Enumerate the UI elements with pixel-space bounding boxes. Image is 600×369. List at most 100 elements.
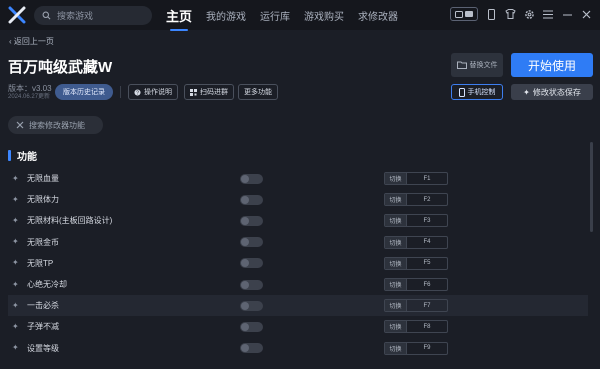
phone-control-label: 手机控制 — [467, 89, 496, 96]
nav-runtime[interactable]: 运行库 — [260, 8, 290, 23]
toggle-knob — [241, 344, 249, 353]
feature-toggle[interactable] — [240, 173, 263, 184]
badge-bar — [465, 11, 473, 17]
hotkey-action: 切换 — [385, 173, 407, 185]
feature-row[interactable]: ✦ 心绝无冷却 切换 F6 — [8, 274, 588, 295]
replace-file-label: 替换文件 — [469, 62, 498, 69]
feature-name: 设置等级 — [27, 343, 59, 353]
feature-toggle[interactable] — [240, 194, 263, 205]
search-icon — [42, 11, 51, 20]
save-state-label: 修改状态保存 — [532, 87, 581, 97]
feature-name: 无限血量 — [27, 174, 59, 184]
hotkey-box[interactable]: 切换 F9 — [384, 341, 448, 355]
toggle-knob — [241, 216, 249, 225]
sparkle-icon: ✦ — [12, 321, 19, 331]
app-logo-icon[interactable] — [8, 6, 26, 24]
hotkey-box[interactable]: 切换 F8 — [384, 320, 448, 334]
version-info: 版本：v3.03 2024.06.27更新 — [8, 85, 52, 101]
replace-file-button[interactable]: 替换文件 — [451, 53, 503, 77]
nav-my-games[interactable]: 我的游戏 — [206, 8, 246, 23]
feature-toggle[interactable] — [240, 215, 263, 226]
hotkey-key: F7 — [423, 302, 431, 309]
hotkey-action: 切换 — [385, 321, 407, 333]
sparkle-icon: ✦ — [12, 258, 19, 268]
version-label: 版本：v3.03 — [8, 84, 52, 93]
modifier-search-placeholder: 搜索修改器功能 — [29, 120, 85, 130]
feature-toggle[interactable] — [240, 258, 263, 269]
hotkey-key: F8 — [423, 323, 431, 330]
feature-toggle[interactable] — [240, 237, 263, 248]
scrollbar[interactable] — [590, 142, 593, 232]
start-button[interactable]: 开始使用 — [511, 53, 593, 77]
window-controls — [450, 7, 592, 21]
hotkey-box[interactable]: 切换 F3 — [384, 214, 448, 228]
phone-icon[interactable] — [485, 8, 497, 20]
folder-icon — [456, 61, 467, 69]
divider — [120, 86, 121, 98]
sparkle-icon: ✦ — [12, 300, 19, 310]
vip-badge[interactable] — [450, 7, 478, 21]
help-icon: ? — [134, 88, 141, 96]
feature-name: 无限金币 — [27, 237, 59, 247]
toggle-knob — [241, 238, 249, 247]
minimize-icon[interactable] — [561, 8, 573, 20]
game-title: 百万吨级武藏W — [8, 59, 113, 76]
menu-icon[interactable] — [542, 8, 554, 20]
hotkey-box[interactable]: 切换 F7 — [384, 299, 448, 313]
hotkey-box[interactable]: 切换 F2 — [384, 193, 448, 207]
hotkey-key: F2 — [423, 196, 431, 203]
hotkey-action: 切换 — [385, 236, 407, 248]
feature-row[interactable]: ✦ 设置等级 切换 F9 — [8, 338, 588, 359]
nav-game-purchase[interactable]: 游戏购买 — [304, 8, 344, 23]
feature-row[interactable]: ✦ 无限血量 切换 F1 — [8, 168, 588, 189]
hotkey-box[interactable]: 切换 F1 — [384, 172, 448, 186]
settings-gear-icon[interactable] — [523, 8, 535, 20]
feature-row[interactable]: ✦ 子弹不减 切换 F8 — [8, 316, 588, 337]
close-icon[interactable] — [580, 8, 592, 20]
game-search-input[interactable]: 搜索游戏 — [34, 6, 152, 25]
hotkey-key: F6 — [423, 281, 431, 288]
feature-toggle[interactable] — [240, 279, 263, 290]
nav-request-modifier[interactable]: 求修改器 — [358, 8, 398, 23]
more-features-button[interactable]: 更多功能 — [238, 84, 278, 100]
modifier-search-input[interactable]: 搜索修改器功能 — [8, 116, 103, 134]
feature-name: 心绝无冷却 — [27, 280, 67, 290]
guide-label: 操作说明 — [144, 89, 172, 96]
hotkey-action: 切换 — [385, 300, 407, 312]
scan-label: 扫码进群 — [200, 89, 228, 96]
feature-row[interactable]: ✦ 无限材料(主板回路设计) 切换 F3 — [8, 210, 588, 231]
nav-home[interactable]: 主页 — [166, 6, 192, 31]
hotkey-action: 切换 — [385, 194, 407, 206]
save-state-button[interactable]: ✦ 修改状态保存 — [511, 84, 593, 100]
sparkle-icon: ✦ — [12, 215, 19, 225]
feature-toggle[interactable] — [240, 300, 263, 311]
back-link[interactable]: ‹ 返回上一页 — [9, 36, 54, 47]
hotkey-action: 切换 — [385, 257, 407, 269]
feature-row[interactable]: ✦ 无限金币 切换 F4 — [8, 232, 588, 253]
hotkey-box[interactable]: 切换 F6 — [384, 278, 448, 292]
shirt-icon[interactable] — [504, 8, 516, 20]
feature-list: ✦ 无限血量 切换 F1 ✦ 无限体力 切换 F2 ✦ 无限材料(主板回路设计) 切… — [8, 168, 588, 359]
hotkey-box[interactable]: 切换 F4 — [384, 235, 448, 249]
feature-row[interactable]: ✦ 无限TP 切换 F5 — [8, 253, 588, 274]
hotkey-key: F4 — [423, 239, 431, 246]
toggle-knob — [241, 280, 249, 289]
feature-row[interactable]: ✦ 一击必杀 切换 F7 — [8, 295, 588, 317]
hotkey-key: F1 — [423, 175, 431, 182]
card-icon — [455, 10, 463, 18]
phone-control-button[interactable]: 手机控制 — [451, 84, 503, 100]
feature-row[interactable]: ✦ 无限体力 切换 F2 — [8, 189, 588, 210]
feature-toggle[interactable] — [240, 343, 263, 354]
version-history-button[interactable]: 版本历史记录 — [55, 84, 113, 100]
hotkey-box[interactable]: 切换 F5 — [384, 256, 448, 270]
hotkey-key: F5 — [423, 260, 431, 267]
feature-toggle[interactable] — [240, 321, 263, 332]
sparkle-icon: ✦ — [12, 237, 19, 247]
guide-button[interactable]: ? 操作说明 — [128, 84, 178, 100]
sparkle-icon: ✦ — [523, 87, 530, 97]
scan-join-group-button[interactable]: 扫码进群 — [184, 84, 234, 100]
back-label: 返回上一页 — [13, 37, 54, 46]
sparkle-icon: ✦ — [12, 279, 19, 289]
tools-icon — [16, 121, 24, 129]
svg-text:?: ? — [136, 90, 139, 96]
